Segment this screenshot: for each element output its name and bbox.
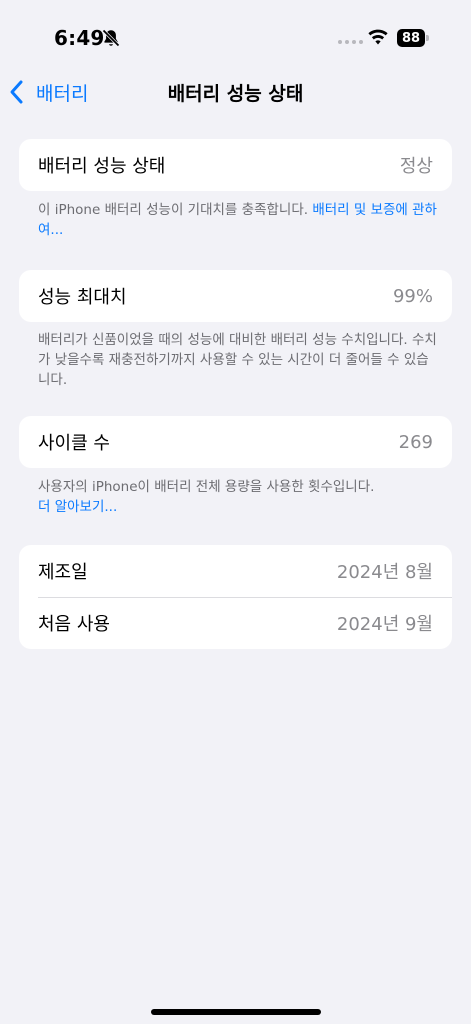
battery-level: 88	[397, 29, 425, 47]
cycle-count-value: 269	[398, 431, 433, 453]
cycle-count-footnote: 사용자의 iPhone이 배터리 전체 용량을 사용한 횟수입니다. 더 알아보…	[38, 477, 438, 517]
home-indicator[interactable]	[151, 1009, 321, 1015]
battery-health-footnote-text: 이 iPhone 배터리 성능이 기대치를 충족합니다.	[38, 202, 313, 218]
cycle-count-footnote-text: 사용자의 iPhone이 배터리 전체 용량을 사용한 횟수입니다.	[38, 479, 375, 495]
battery-health-group: 배터리 성능 상태 정상	[19, 139, 452, 191]
battery-health-label: 배터리 성능 상태	[38, 156, 166, 177]
cycle-count-label: 사이클 수	[38, 433, 110, 454]
manufacture-date-row: 제조일 2024년 8월	[19, 545, 452, 597]
battery-health-footnote: 이 iPhone 배터리 성능이 기대치를 충족합니다. 배터리 및 보증에 관…	[38, 200, 438, 240]
nav-bar: 배터리 배터리 성능 상태	[0, 70, 471, 114]
battery-health-value: 정상	[399, 156, 433, 177]
cycle-count-row: 사이클 수 269	[19, 416, 452, 468]
wifi-icon	[368, 29, 388, 45]
cycle-count-group: 사이클 수 269	[19, 416, 452, 468]
battery-icon: 88	[397, 29, 431, 47]
max-capacity-label: 성능 최대치	[38, 287, 127, 308]
signal-dots-icon	[338, 40, 363, 44]
dates-group: 제조일 2024년 8월 처음 사용 2024년 9월	[19, 545, 452, 649]
max-capacity-footnote: 배터리가 신품이었을 때의 성능에 대비한 배터리 성능 수치입니다. 수치가 …	[38, 332, 437, 388]
battery-health-row: 배터리 성능 상태 정상	[19, 139, 452, 191]
status-time: 6:49	[54, 26, 105, 50]
first-use-label: 처음 사용	[38, 614, 110, 635]
first-use-value: 2024년 9월	[336, 614, 433, 635]
max-capacity-row: 성능 최대치 99%	[19, 270, 452, 322]
manufacture-date-value: 2024년 8월	[336, 562, 433, 583]
learn-more-link[interactable]: 더 알아보기...	[38, 497, 438, 517]
status-bar: 6:49 88	[0, 0, 471, 70]
max-capacity-group: 성능 최대치 99%	[19, 270, 452, 322]
first-use-row: 처음 사용 2024년 9월	[19, 597, 452, 649]
max-capacity-value: 99%	[392, 285, 433, 307]
battery-health-screen: 6:49 88 배터리 배터리 성능 상태 배터리 성능 상태 정상 이 iPh…	[0, 0, 471, 1024]
page-title: 배터리 성능 상태	[167, 83, 304, 105]
bell-slash-icon	[102, 29, 120, 47]
manufacture-date-label: 제조일	[38, 562, 88, 583]
